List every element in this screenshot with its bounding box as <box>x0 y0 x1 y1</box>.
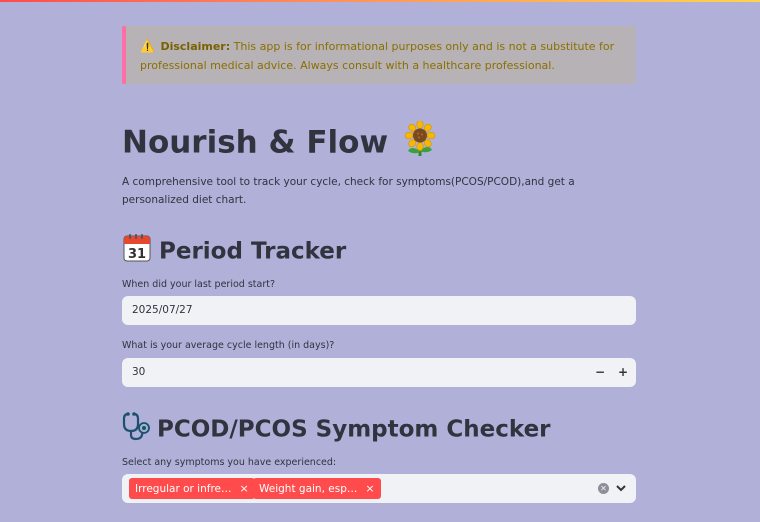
period-tracker-heading-text: Period Tracker <box>159 238 347 265</box>
chevron-down-icon[interactable] <box>614 480 628 496</box>
symptom-select-label: Select any symptoms you have experienced… <box>122 457 337 468</box>
cycle-length-label: What is your average cycle length (in da… <box>122 340 335 351</box>
cycle-length-input[interactable]: 30 − + <box>122 358 636 387</box>
period-tracker-heading: 31 Period Tracker <box>122 233 346 271</box>
symptom-checker-heading: PCOD/PCOS Symptom Checker <box>122 411 551 449</box>
symptom-tag-label: Irregular or infre… <box>135 483 232 495</box>
page-title-text: Nourish & Flow <box>122 124 389 161</box>
symptom-tag-label: Weight gain, esp… <box>259 483 358 495</box>
increment-button[interactable]: + <box>612 358 634 387</box>
cycle-length-value: 30 <box>132 366 146 378</box>
warning-icon: ⚠️ <box>140 39 155 53</box>
symptom-multiselect[interactable]: Irregular or infre… × Weight gain, esp… × … <box>122 474 636 503</box>
tag-remove-icon[interactable]: × <box>365 482 374 495</box>
page-subtitle: A comprehensive tool to track your cycle… <box>122 176 575 206</box>
decrement-button[interactable]: − <box>589 358 611 387</box>
disclaimer-label: Disclaimer: <box>160 40 231 53</box>
tag-remove-icon[interactable]: × <box>240 482 249 495</box>
svg-text:31: 31 <box>128 247 146 262</box>
clear-all-icon[interactable]: ✕ <box>598 483 609 494</box>
page-title: Nourish & Flow <box>122 120 444 167</box>
last-period-label: When did your last period start? <box>122 279 276 290</box>
disclaimer-alert: ⚠️ Disclaimer: This app is for informati… <box>122 26 636 84</box>
symptom-checker-heading-text: PCOD/PCOS Symptom Checker <box>157 416 551 443</box>
symptom-tag[interactable]: Irregular or infre… × <box>129 478 255 499</box>
last-period-date-value: 2025/07/27 <box>132 304 193 316</box>
top-decoration-bar <box>0 0 760 2</box>
stethoscope-icon <box>122 411 154 449</box>
sunflower-icon <box>403 120 437 167</box>
calendar-icon: 31 <box>122 233 152 271</box>
symptom-tag[interactable]: Weight gain, esp… × <box>253 478 381 499</box>
last-period-date-input[interactable]: 2025/07/27 <box>122 296 636 325</box>
